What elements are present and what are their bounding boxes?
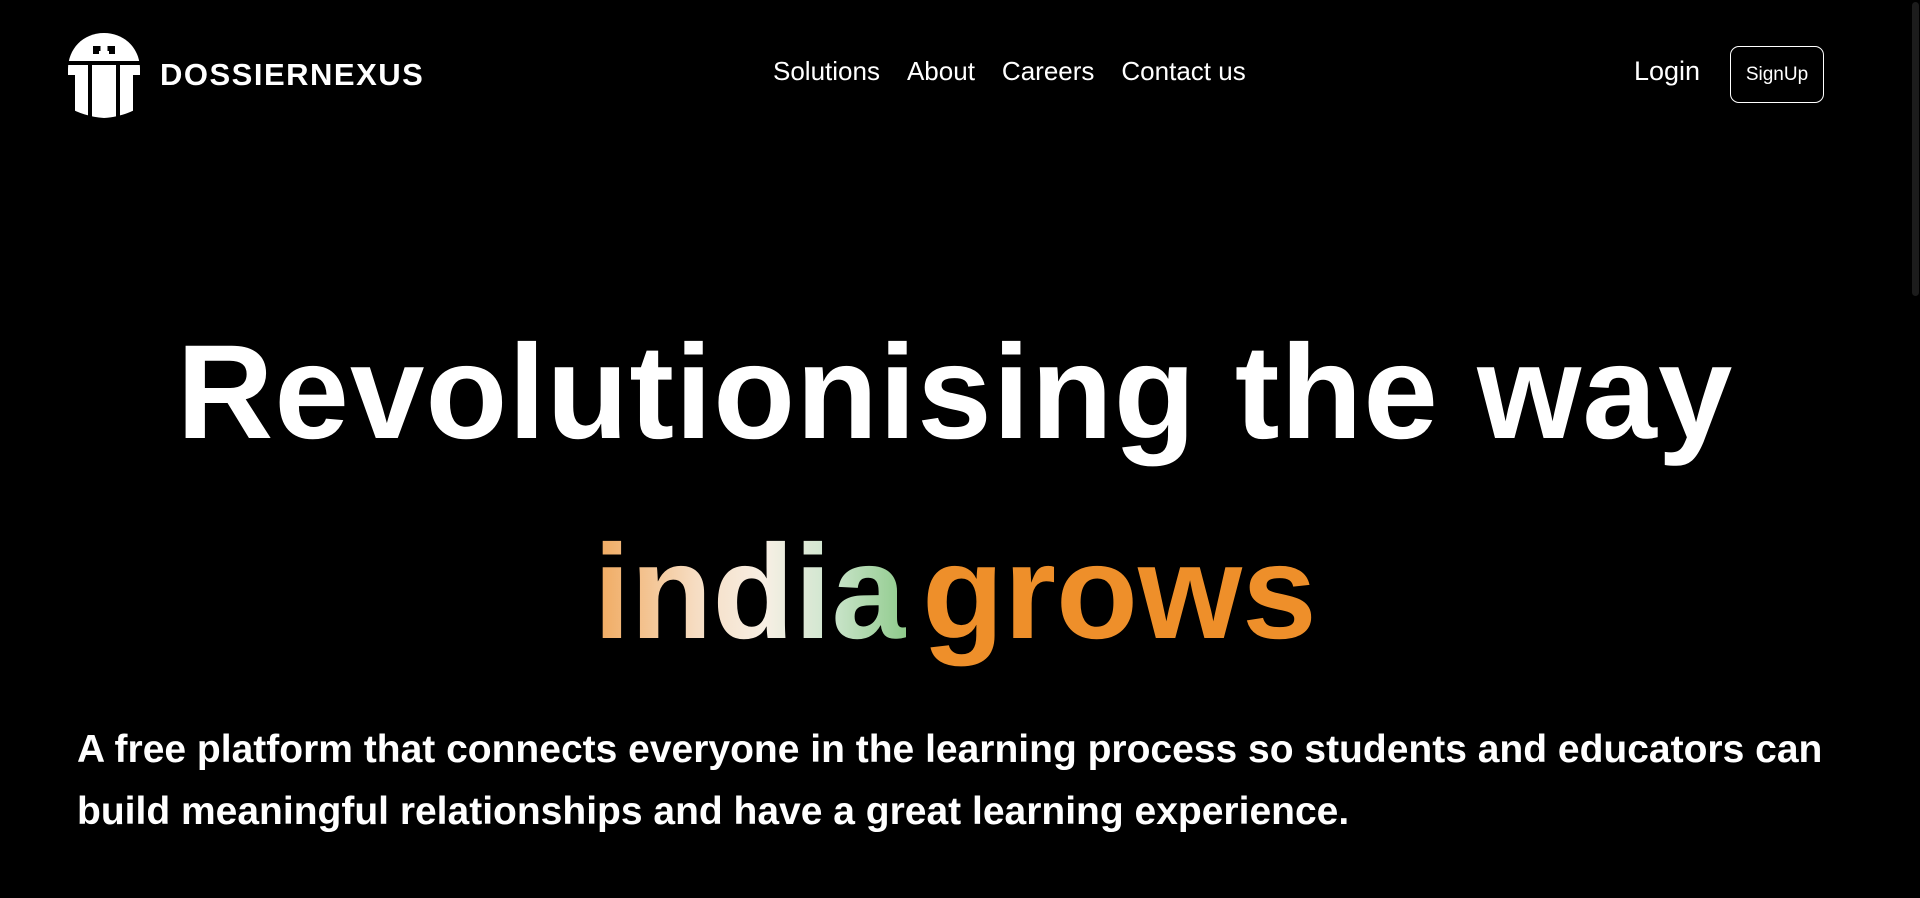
nav-link-contact[interactable]: Contact us [1121, 56, 1245, 87]
signup-button[interactable]: SignUp [1730, 46, 1824, 103]
nav-link-about[interactable]: About [907, 56, 975, 87]
hero-accent-line: india grows [0, 518, 1910, 668]
hero-subtitle: A free platform that connects everyone i… [77, 728, 1823, 833]
site-header: DOSSIERNEXUS Solutions About Careers Con… [0, 0, 1920, 150]
login-link[interactable]: Login [1634, 56, 1700, 87]
landing-page: DOSSIERNEXUS Solutions About Careers Con… [0, 0, 1920, 898]
nav-link-careers[interactable]: Careers [1002, 56, 1094, 87]
scrollbar-track [1910, 0, 1920, 898]
scrollbar-thumb[interactable] [1912, 2, 1919, 296]
hero-title: Revolutionising the way [176, 318, 1734, 467]
nav-link-solutions[interactable]: Solutions [773, 56, 880, 87]
hero-accent-grows: grows [922, 518, 1317, 667]
main-nav: Solutions About Careers Contact us [773, 56, 1246, 87]
castle-shield-icon [68, 33, 140, 118]
brand-logo-link[interactable]: DOSSIERNEXUS [66, 31, 424, 119]
hero-accent-india: india [593, 518, 907, 667]
brand-name: DOSSIERNEXUS [160, 57, 425, 92]
